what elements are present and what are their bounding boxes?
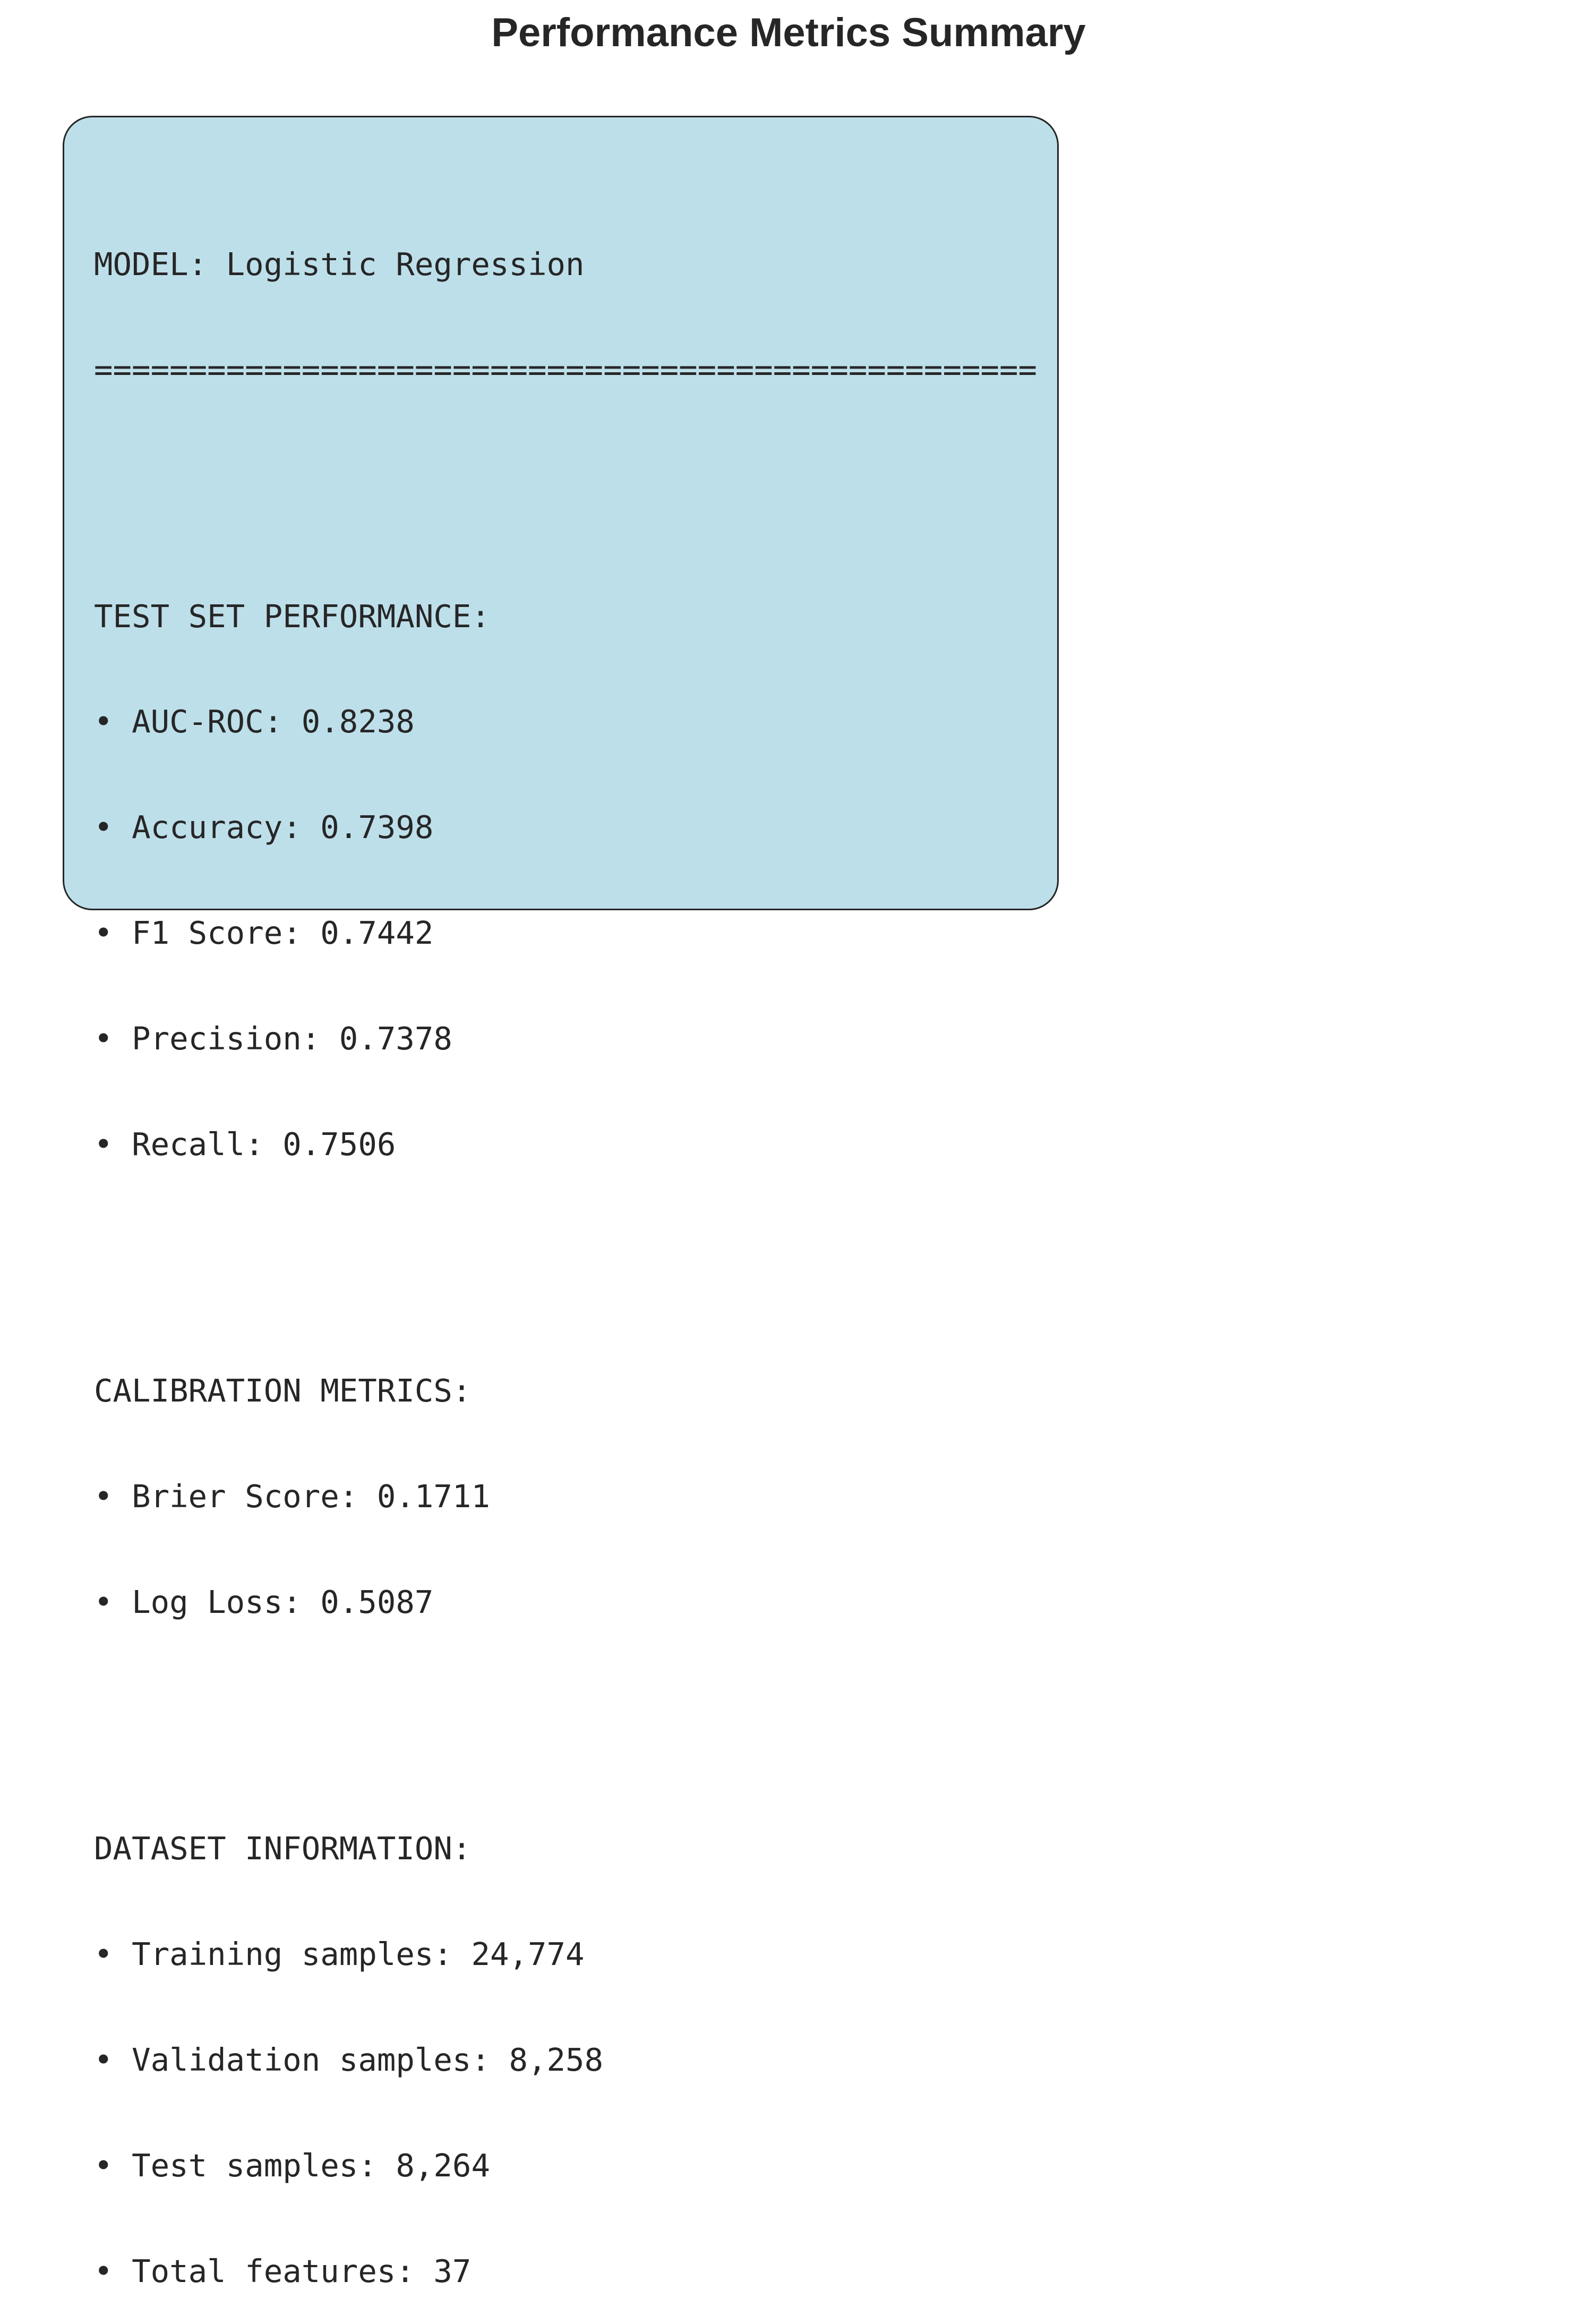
metric-log-loss: • Log Loss: 0.5087 (94, 1583, 1037, 1620)
metric-text: Accuracy: 0.7398 (132, 809, 434, 846)
metric-precision: • Precision: 0.7378 (94, 1021, 1037, 1056)
dataset-test-samples: • Test samples: 8,264 (94, 2148, 1037, 2183)
dataset-validation-samples: • Validation samples: 8,258 (94, 2041, 1037, 2078)
dataset-text: Test samples: 8,264 (132, 2147, 490, 2184)
metric-text: Brier Score: 0.1711 (132, 1477, 490, 1515)
metric-text: Log Loss: 0.5087 (132, 1583, 434, 1620)
metric-accuracy: • Accuracy: 0.7398 (94, 810, 1037, 845)
bullet-glyph: • (94, 2252, 113, 2289)
dataset-text: Training samples: 24,774 (132, 1935, 585, 1972)
dataset-text: Total features: 37 (132, 2252, 472, 2289)
metric-recall: • Recall: 0.7506 (94, 1126, 1037, 1163)
bullet-glyph: • (94, 1020, 113, 1057)
bullet-glyph: • (94, 2041, 113, 2078)
dataset-total-features: • Total features: 37 (94, 2252, 1037, 2289)
figure-title: Performance Metrics Summary (491, 10, 1086, 55)
metric-text: Precision: 0.7378 (132, 1020, 452, 1057)
metric-f1-score: • F1 Score: 0.7442 (94, 916, 1037, 951)
model-line: MODEL: Logistic Regression (94, 245, 585, 283)
separator-line: ========================================… (94, 351, 1038, 388)
dataset-heading: DATASET INFORMATION: (94, 1830, 472, 1867)
metric-text: AUC-ROC: 0.8238 (132, 703, 415, 740)
metric-auc-roc: • AUC-ROC: 0.8238 (94, 704, 1037, 739)
bullet-glyph: • (94, 1477, 113, 1515)
bullet-glyph: • (94, 703, 113, 740)
summary-text: MODEL: Logistic Regression =============… (94, 176, 1037, 2324)
test-set-heading: TEST SET PERFORMANCE: (94, 597, 490, 635)
dataset-training-samples: • Training samples: 24,774 (94, 1935, 1037, 1972)
bullet-glyph: • (94, 809, 113, 846)
bullet-glyph: • (94, 1583, 113, 1620)
calibration-heading: CALIBRATION METRICS: (94, 1372, 472, 1409)
metric-brier-score: • Brier Score: 0.1711 (94, 1479, 1037, 1514)
dataset-text: Validation samples: 8,258 (132, 2041, 604, 2078)
bullet-glyph: • (94, 1935, 113, 1972)
bullet-glyph: • (94, 1126, 113, 1163)
bullet-glyph: • (94, 2147, 113, 2184)
metric-text: Recall: 0.7506 (132, 1126, 396, 1163)
bullet-glyph: • (94, 915, 113, 952)
metric-text: F1 Score: 0.7442 (132, 915, 434, 952)
